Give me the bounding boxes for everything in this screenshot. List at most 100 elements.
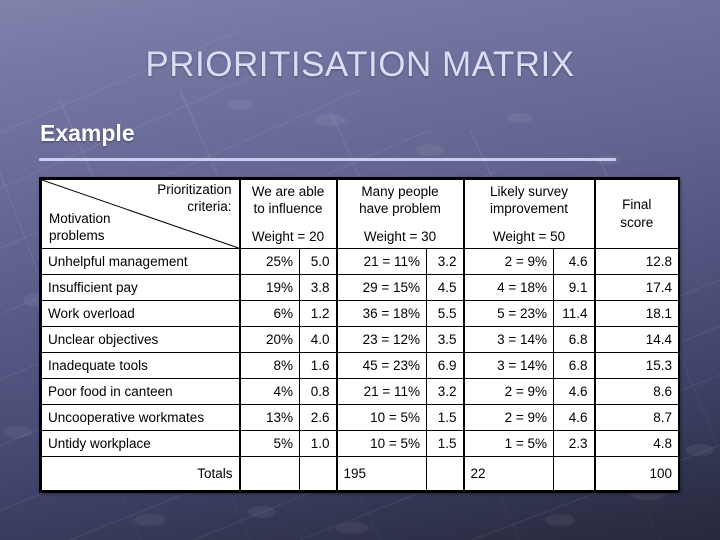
cell-people-pct: 10 = 5% <box>335 430 428 457</box>
cell-influence-score: 2.6 <box>298 404 338 431</box>
final-score-header-line2: score <box>620 215 654 230</box>
totals-people-pct: 195 <box>335 456 428 491</box>
cell-influence-pct: 4% <box>238 378 300 405</box>
cell-survey-score: 6.8 <box>553 352 596 379</box>
cell-final-score: 18.1 <box>594 300 680 327</box>
cell-influence-score: 5.0 <box>298 248 338 275</box>
cell-influence-pct: 19% <box>238 274 300 301</box>
cell-survey-score: 2.3 <box>553 430 596 457</box>
totals-survey-pct: 22 <box>462 456 555 491</box>
cell-survey-pct: 3 = 14% <box>462 352 555 379</box>
totals-survey-score <box>553 456 596 491</box>
criteria-influence-weight: Weight = 20 <box>251 228 325 244</box>
cell-people-score: 1.5 <box>426 404 465 431</box>
cell-survey-pct: 2 = 9% <box>462 404 555 431</box>
cell-survey-score: 4.6 <box>553 248 596 275</box>
cell-influence-pct: 8% <box>238 352 300 379</box>
totals-label: Totals <box>41 456 240 491</box>
cell-people-pct: 21 = 11% <box>335 378 428 405</box>
totals-influence-pct <box>238 456 300 491</box>
table-row: Work overload 6% 1.2 36 = 18% 5.5 5 = 23% 11.4… <box>41 300 680 327</box>
page-title: PRIORITISATION MATRIX <box>145 45 575 84</box>
cell-people-pct: 36 = 18% <box>335 300 428 327</box>
cell-people-pct: 23 = 12% <box>335 326 428 353</box>
criteria-axis-label: Prioritization criteria: <box>157 182 231 216</box>
matrix-header-row: Prioritization criteria: Motivation prob… <box>41 179 680 249</box>
criteria-axis-label-line2: criteria: <box>187 198 232 214</box>
cell-influence-score: 1.6 <box>298 352 338 379</box>
criteria-survey-weight: Weight = 50 <box>492 228 566 244</box>
final-score-header: Final score <box>594 179 680 249</box>
criteria-survey-line2: improvement <box>490 201 569 217</box>
cell-people-pct: 45 = 23% <box>335 352 428 379</box>
cell-survey-score: 6.8 <box>553 326 596 353</box>
table-row: Unhelpful management 25% 5.0 21 = 11% 3.2 2 =… <box>41 248 680 275</box>
table-row: Untidy workplace 5% 1.0 10 = 5% 1.5 1 = 5% 2.3… <box>41 430 680 457</box>
table-row: Uncooperative workmates 13% 2.6 10 = 5% 1.5 2… <box>41 404 680 431</box>
criteria-people-line1: Many people <box>361 183 439 199</box>
criteria-people-line2: have problem <box>359 201 441 217</box>
matrix-body: Unhelpful management 25% 5.0 21 = 11% 3.2 2 =… <box>41 248 680 457</box>
criteria-header-survey: Likely survey improvement Weight = 50 <box>462 179 596 249</box>
cell-influence-score: 3.8 <box>298 274 338 301</box>
cell-people-score: 6.9 <box>426 352 465 379</box>
corner-header-cell: Prioritization criteria: Motivation prob… <box>41 179 240 249</box>
cell-problem: Insufficient pay <box>41 274 240 301</box>
criteria-influence-line2: to influence <box>253 201 323 217</box>
cell-people-score: 3.5 <box>426 326 465 353</box>
table-row: Insufficient pay 19% 3.8 29 = 15% 4.5 4 = 18%… <box>41 274 680 301</box>
cell-influence-pct: 6% <box>238 300 300 327</box>
cell-survey-score: 11.4 <box>553 300 596 327</box>
cell-survey-score: 4.6 <box>553 404 596 431</box>
cell-survey-pct: 4 = 18% <box>462 274 555 301</box>
criteria-axis-label-line1: Prioritization <box>157 182 232 197</box>
cell-influence-score: 0.8 <box>298 378 338 405</box>
totals-people-score <box>426 456 465 491</box>
prioritisation-matrix-table: Prioritization criteria: Motivation prob… <box>41 179 680 491</box>
cell-survey-pct: 5 = 23% <box>462 300 555 327</box>
cell-people-pct: 10 = 5% <box>335 404 428 431</box>
cell-final-score: 4.8 <box>594 430 680 457</box>
criteria-influence-line1: We are able <box>251 183 325 199</box>
problems-axis-label-line1: Motivation <box>49 211 111 227</box>
cell-influence-pct: 25% <box>238 248 300 275</box>
totals-final-score: 100 <box>594 456 680 491</box>
cell-final-score: 17.4 <box>594 274 680 301</box>
cell-influence-score: 1.2 <box>298 300 338 327</box>
cell-problem: Poor food in canteen <box>41 378 240 405</box>
cell-problem: Inadequate tools <box>41 352 240 379</box>
criteria-survey-line1: Likely survey <box>490 183 569 199</box>
final-score-header-line1: Final <box>622 196 652 212</box>
cell-final-score: 12.8 <box>594 248 680 275</box>
criteria-people-weight: Weight = 30 <box>363 228 437 244</box>
cell-influence-score: 1.0 <box>298 430 338 457</box>
table-row: Poor food in canteen 4% 0.8 21 = 11% 3.2 2 = … <box>41 378 680 405</box>
heading-divider <box>39 158 616 161</box>
cell-people-score: 3.2 <box>426 248 465 275</box>
criteria-header-people: Many people have problem Weight = 30 <box>335 179 465 249</box>
cell-final-score: 14.4 <box>594 326 680 353</box>
cell-survey-score: 9.1 <box>553 274 596 301</box>
matrix-totals-row: Totals 195 22 100 <box>41 456 680 491</box>
prioritisation-matrix-container: Prioritization criteria: Motivation prob… <box>39 177 680 493</box>
table-row: Unclear objectives 20% 4.0 23 = 12% 3.5 3 = 1… <box>41 326 680 353</box>
cell-survey-pct: 2 = 9% <box>462 378 555 405</box>
cell-survey-pct: 2 = 9% <box>462 248 555 275</box>
slide: PRIORITISATION MATRIX Example Prioritiza… <box>0 0 720 540</box>
cell-people-score: 1.5 <box>426 430 465 457</box>
cell-final-score: 15.3 <box>594 352 680 379</box>
cell-final-score: 8.6 <box>594 378 680 405</box>
cell-influence-pct: 13% <box>238 404 300 431</box>
cell-people-pct: 29 = 15% <box>335 274 428 301</box>
cell-problem: Work overload <box>41 300 240 327</box>
cell-survey-pct: 3 = 14% <box>462 326 555 353</box>
section-heading: Example <box>40 120 135 146</box>
problems-axis-label-line2: problems <box>49 228 105 244</box>
cell-survey-score: 4.6 <box>553 378 596 405</box>
cell-people-score: 5.5 <box>426 300 465 327</box>
table-row: Inadequate tools 8% 1.6 45 = 23% 6.9 3 = 14% 6… <box>41 352 680 379</box>
cell-problem: Unhelpful management <box>41 248 240 275</box>
cell-people-score: 4.5 <box>426 274 465 301</box>
cell-final-score: 8.7 <box>594 404 680 431</box>
cell-problem: Uncooperative workmates <box>41 404 240 431</box>
